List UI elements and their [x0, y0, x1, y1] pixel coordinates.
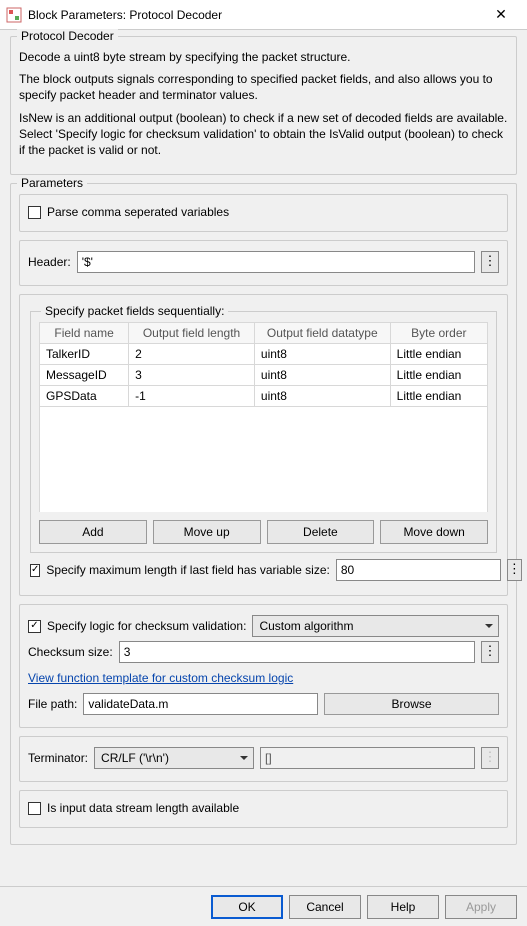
fields-inner: Specify packet fields sequentially: Fiel…: [30, 311, 497, 553]
fields-group: Specify packet fields sequentially: Fiel…: [19, 294, 508, 596]
stream-checkbox[interactable]: [28, 802, 41, 815]
col-output-length: Output field length: [129, 323, 255, 344]
parameters-legend: Parameters: [17, 176, 87, 190]
cancel-button[interactable]: Cancel: [289, 895, 361, 919]
description-p1: Decode a uint8 byte stream by specifying…: [19, 49, 508, 65]
help-button[interactable]: Help: [367, 895, 439, 919]
header-group: Header: ⋮: [19, 240, 508, 286]
checksum-size-label: Checksum size:: [28, 645, 113, 659]
ok-button[interactable]: OK: [211, 895, 283, 919]
csv-label: Parse comma seperated variables: [47, 205, 229, 219]
fields-legend: Specify packet fields sequentially:: [41, 304, 228, 318]
checksum-template-link[interactable]: View function template for custom checks…: [28, 671, 293, 685]
header-input[interactable]: [77, 251, 475, 273]
table-empty-area: [39, 407, 488, 512]
stream-label: Is input data stream length available: [47, 801, 239, 815]
checksum-size-input[interactable]: [119, 641, 475, 663]
maxlen-label: Specify maximum length if last field has…: [46, 563, 329, 577]
csv-group: Parse comma seperated variables: [19, 194, 508, 232]
filepath-input[interactable]: [83, 693, 318, 715]
table-row[interactable]: MessageID 3 uint8 Little endian: [40, 365, 488, 386]
parameters-panel: Parameters Parse comma seperated variabl…: [10, 183, 517, 845]
header-more-button[interactable]: ⋮: [481, 251, 499, 273]
terminator-extra-input: [260, 747, 475, 769]
checksum-label: Specify logic for checksum validation:: [47, 619, 246, 633]
checksum-algo-select[interactable]: Custom algorithm: [252, 615, 499, 637]
checksum-size-more-button[interactable]: ⋮: [481, 641, 499, 663]
col-output-datatype: Output field datatype: [254, 323, 390, 344]
maxlen-more-button[interactable]: ⋮: [507, 559, 522, 581]
app-icon: [6, 7, 22, 23]
terminator-label: Terminator:: [28, 751, 88, 765]
table-row[interactable]: GPSData -1 uint8 Little endian: [40, 386, 488, 407]
csv-checkbox[interactable]: [28, 206, 41, 219]
delete-button[interactable]: Delete: [267, 520, 375, 544]
terminator-group: Terminator: CR/LF ('\r\n') ⋮: [19, 736, 508, 782]
description-p2: The block outputs signals corresponding …: [19, 71, 508, 103]
add-button[interactable]: Add: [39, 520, 147, 544]
apply-button: Apply: [445, 895, 517, 919]
description-p3: IsNew is an additional output (boolean) …: [19, 110, 508, 159]
fields-table[interactable]: Field name Output field length Output fi…: [39, 322, 488, 407]
description-panel: Protocol Decoder Decode a uint8 byte str…: [10, 36, 517, 175]
move-up-button[interactable]: Move up: [153, 520, 261, 544]
titlebar: Block Parameters: Protocol Decoder ✕: [0, 0, 527, 30]
col-byte-order: Byte order: [390, 323, 487, 344]
filepath-label: File path:: [28, 697, 77, 711]
maxlen-checkbox[interactable]: ✓: [30, 564, 40, 577]
col-field-name: Field name: [40, 323, 129, 344]
window-title: Block Parameters: Protocol Decoder: [28, 8, 481, 22]
maxlen-input[interactable]: [336, 559, 501, 581]
checksum-checkbox[interactable]: ✓: [28, 620, 41, 633]
stream-group: Is input data stream length available: [19, 790, 508, 828]
terminator-more-button: ⋮: [481, 747, 499, 769]
header-label: Header:: [28, 255, 71, 269]
dialog-button-bar: OK Cancel Help Apply: [0, 886, 527, 926]
browse-button[interactable]: Browse: [324, 693, 499, 715]
terminator-select[interactable]: CR/LF ('\r\n'): [94, 747, 254, 769]
description-legend: Protocol Decoder: [17, 29, 118, 43]
move-down-button[interactable]: Move down: [380, 520, 488, 544]
close-icon[interactable]: ✕: [481, 6, 521, 23]
table-row[interactable]: TalkerID 2 uint8 Little endian: [40, 344, 488, 365]
checksum-group: ✓ Specify logic for checksum validation:…: [19, 604, 508, 728]
